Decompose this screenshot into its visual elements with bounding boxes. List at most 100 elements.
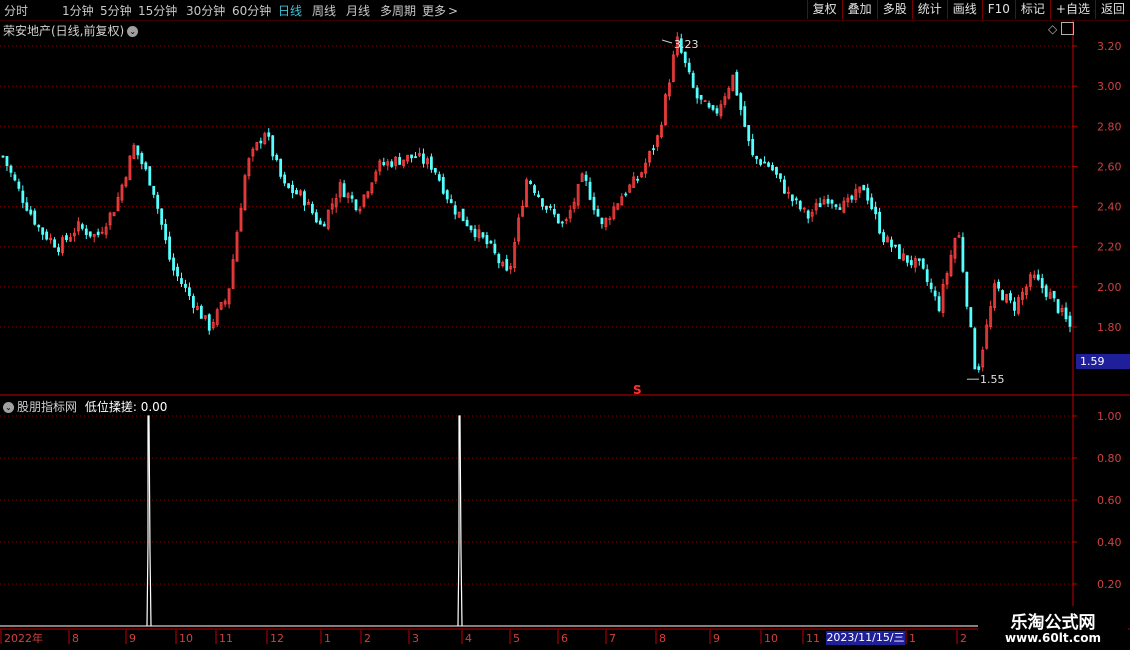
candle-body	[866, 187, 870, 201]
candle	[890, 236, 893, 252]
candle	[743, 101, 747, 128]
candle-body	[207, 314, 211, 331]
date-tick-label: 8	[72, 632, 79, 645]
candle	[616, 203, 620, 211]
candle	[953, 237, 957, 264]
candle	[350, 191, 354, 203]
candle	[477, 224, 481, 242]
candle-body	[870, 197, 874, 210]
date-tick-label: 1	[909, 632, 916, 645]
candle	[307, 199, 310, 205]
candle	[644, 158, 647, 178]
candle	[9, 164, 13, 178]
candle	[410, 154, 413, 163]
candle-body	[1001, 290, 1004, 301]
candle-body	[57, 247, 60, 253]
candle	[521, 200, 525, 217]
candle	[937, 291, 941, 313]
candle	[227, 288, 231, 309]
candle	[993, 279, 997, 311]
candle-body	[414, 156, 417, 159]
candle	[465, 216, 469, 227]
candle	[846, 193, 850, 208]
candle	[925, 264, 929, 286]
candle-body	[636, 178, 640, 181]
candle	[5, 155, 9, 171]
candle	[402, 159, 406, 169]
candle-body	[596, 209, 600, 217]
candle-body	[751, 138, 755, 156]
candle-body	[707, 103, 711, 108]
candle	[374, 169, 378, 185]
candle-body	[140, 152, 144, 165]
candle	[1052, 290, 1056, 302]
candle-body	[17, 181, 21, 189]
candle	[905, 255, 909, 267]
candle-body	[96, 231, 100, 236]
candle	[160, 208, 164, 230]
candlestick-series	[1, 32, 1072, 373]
candle	[485, 231, 489, 249]
candle-body	[560, 221, 564, 224]
candle-body	[33, 210, 37, 225]
candle	[354, 199, 358, 212]
stock-chart[interactable]: 3.20 3.00 2.80 2.60 2.40 2.20 2.00 1.80 1.00 0.80…	[0, 0, 1130, 650]
candle	[283, 171, 287, 187]
candle	[628, 183, 632, 194]
candle	[548, 204, 552, 211]
candle	[259, 137, 263, 149]
candle-body	[592, 196, 596, 211]
candle-body	[695, 87, 699, 99]
candle	[322, 221, 326, 227]
panel-toggle-icon[interactable]	[1061, 22, 1074, 35]
candle	[572, 197, 576, 213]
candle	[723, 92, 727, 108]
candle-body	[271, 135, 275, 157]
candle	[945, 271, 949, 290]
candle	[184, 279, 187, 293]
candle-body	[295, 190, 298, 195]
candle	[429, 153, 433, 173]
candle	[330, 198, 334, 215]
candle	[671, 50, 675, 83]
candle-body	[449, 199, 453, 204]
candle	[493, 239, 497, 255]
candle	[231, 254, 235, 290]
candle-body	[429, 156, 433, 170]
candle	[755, 155, 759, 165]
candle-body	[21, 190, 25, 203]
low-marker-label: 1.55	[980, 373, 1005, 386]
candle	[667, 79, 671, 101]
candle	[727, 86, 731, 100]
candle	[592, 192, 596, 215]
candle	[648, 150, 651, 167]
date-tick-label: 9	[129, 632, 136, 645]
candle	[1, 155, 5, 158]
indicator-spike	[457, 415, 463, 627]
diamond-icon[interactable]: ◇	[1048, 22, 1057, 36]
candle-body	[838, 207, 842, 210]
candle-body	[37, 224, 41, 228]
candle-body	[969, 307, 973, 328]
candle-body	[481, 232, 485, 238]
candle	[596, 205, 600, 217]
candle	[362, 194, 366, 209]
high-marker-label: 3.23	[674, 38, 699, 51]
candle-body	[977, 366, 981, 370]
candle	[913, 255, 917, 273]
candle	[235, 230, 239, 262]
candle	[414, 151, 417, 159]
candle	[457, 211, 461, 219]
candle-body	[683, 51, 687, 63]
candle	[1001, 289, 1004, 301]
candle	[112, 212, 116, 217]
candle	[929, 278, 933, 293]
candle-body	[921, 258, 925, 269]
date-tick-label: 2022年	[4, 631, 43, 645]
candle	[152, 185, 156, 199]
candle	[588, 177, 592, 201]
candle	[783, 175, 786, 194]
candle	[295, 187, 298, 195]
candle	[989, 300, 993, 330]
candle-body	[136, 145, 140, 156]
